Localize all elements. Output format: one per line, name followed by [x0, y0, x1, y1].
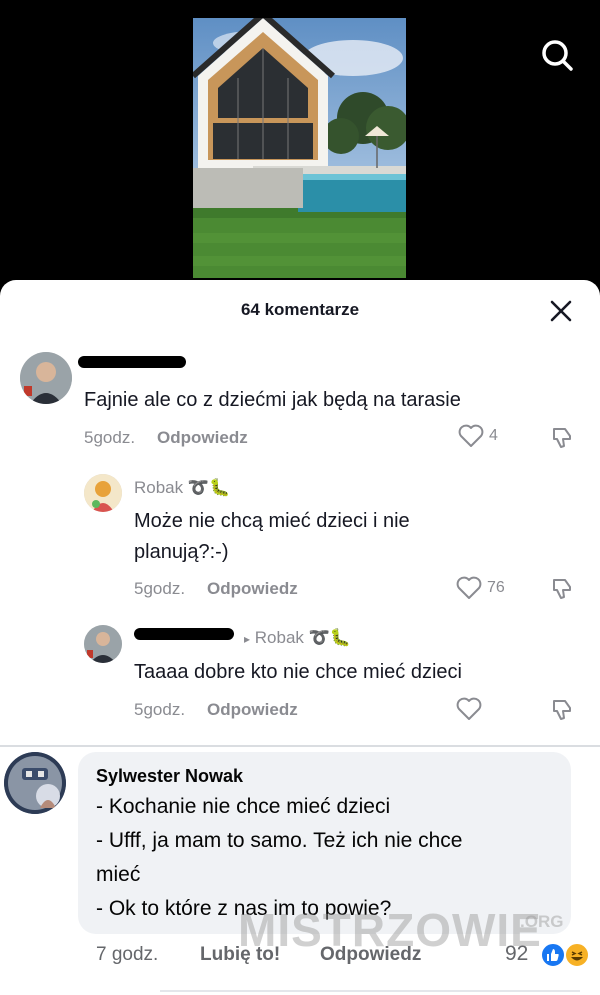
dislike-icon[interactable] [550, 424, 576, 455]
reply-button[interactable]: Odpowiedz [320, 944, 421, 966]
comment-meta: 5godz. Odpowiedz [84, 428, 248, 448]
reply-button[interactable]: Odpowiedz [157, 428, 248, 447]
comment-author[interactable]: Sylwester Nowak [96, 766, 243, 787]
avatar[interactable] [84, 474, 122, 512]
comment-time: 5godz. [84, 428, 136, 447]
comment-time: 7 godz. [96, 944, 159, 965]
laugh-icon [564, 942, 590, 968]
username-emoji: ➰🐛 [308, 628, 351, 647]
redacted-username [134, 628, 234, 640]
dislike-icon[interactable] [550, 575, 576, 606]
username-text: Robak [134, 478, 184, 497]
comment-line: - Kochanie nie chce mieć dzieci [96, 795, 391, 818]
reply-username: Robak ➰🐛 [134, 478, 230, 498]
username-emoji: ➰🐛 [187, 478, 231, 497]
video-thumbnail-house [193, 18, 406, 278]
like-button[interactable] [456, 697, 482, 721]
reply-button[interactable]: Odpowiedz [207, 579, 298, 598]
reaction-count[interactable]: 92 [505, 942, 528, 966]
dislike-icon[interactable] [550, 696, 576, 727]
close-icon[interactable] [546, 296, 576, 326]
reply-time: 5godz. [134, 700, 186, 719]
comments-count-title: 64 komentarze [240, 300, 360, 319]
reply-meta: 5godz. Odpowiedz [134, 700, 298, 720]
reply-button[interactable]: Odpowiedz [207, 700, 298, 719]
reply-arrow: ▸ [244, 632, 251, 646]
video-area[interactable] [0, 0, 600, 300]
reply-meta: 5godz. Odpowiedz [134, 579, 298, 599]
heart-icon [456, 576, 482, 599]
reply-text-line2: planują?:-) [134, 541, 229, 563]
reply-to-target: ▸ Robak ➰🐛 [244, 628, 351, 648]
watermark-org: .ORG [520, 912, 564, 931]
comment-line: - Ufff, ja mam to samo. Też ich nie chce [96, 829, 463, 852]
search-icon[interactable] [536, 34, 580, 78]
divider [160, 990, 580, 992]
redacted-username [78, 356, 186, 368]
like-icon [540, 942, 566, 968]
reply-text: Taaaa dobre kto nie chce mieć dzieci [134, 661, 462, 683]
comment-line: mieć [96, 863, 141, 886]
like-button[interactable]: 76 [456, 576, 505, 600]
reply-time: 5godz. [134, 579, 186, 598]
like-count: 76 [487, 579, 505, 596]
avatar[interactable] [84, 625, 122, 663]
like-count: 4 [489, 427, 498, 444]
heart-icon [456, 697, 482, 720]
comment-text: Fajnie ale co z dziećmi jak będą na tara… [84, 389, 461, 411]
reply-to-username: Robak [254, 628, 304, 647]
like-button[interactable]: 4 [458, 424, 498, 448]
section-divider [0, 745, 600, 747]
avatar[interactable] [4, 752, 66, 814]
avatar[interactable] [20, 352, 72, 404]
reply-text-line1: Może nie chcą mieć dzieci i nie [134, 510, 410, 532]
heart-icon [458, 424, 484, 447]
like-button[interactable]: Lubię to! [200, 944, 280, 966]
